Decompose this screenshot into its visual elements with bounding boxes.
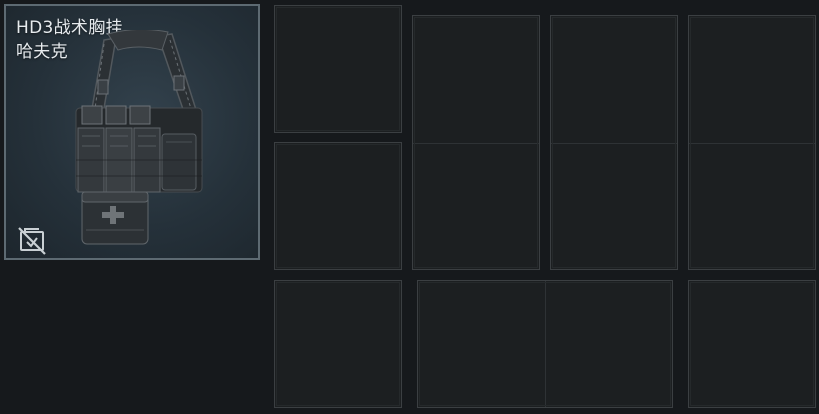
- inventory-slot-1x2-b[interactable]: [550, 15, 678, 270]
- inventory-slot-1x1-b[interactable]: [274, 142, 402, 270]
- inventory-slot-1x1-d[interactable]: [688, 280, 816, 408]
- inventory-slot-1x1-c[interactable]: [274, 280, 402, 408]
- no-insure-icon: [18, 227, 46, 255]
- chest-rig-image: [75, 30, 203, 245]
- inventory-slot-1x1-a[interactable]: [274, 5, 402, 133]
- inventory-slot-2x1[interactable]: [417, 280, 673, 408]
- equipped-item-card[interactable]: HD3战术胸挂 哈夫克: [4, 4, 260, 260]
- inventory-slot-1x2-c[interactable]: [688, 15, 816, 270]
- inventory-slot-1x2-a[interactable]: [412, 15, 540, 270]
